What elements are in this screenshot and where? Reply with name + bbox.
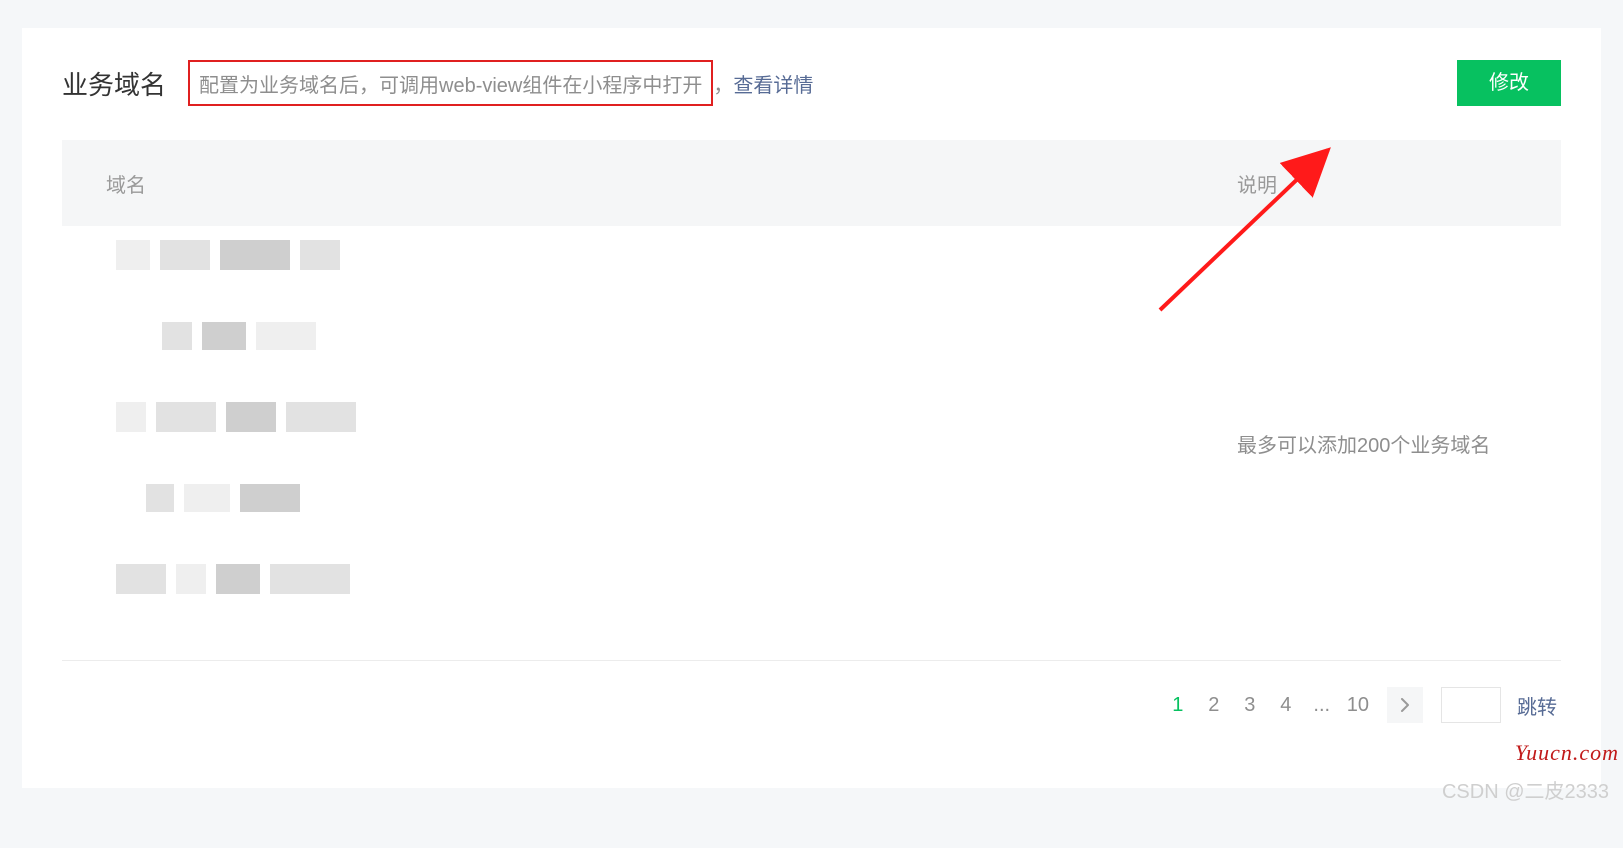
page-jump-input[interactable] xyxy=(1441,687,1501,723)
pagination: 1 2 3 4 ... 10 跳转 xyxy=(62,661,1561,723)
page-next-button[interactable] xyxy=(1387,687,1423,723)
page-ellipsis: ... xyxy=(1311,694,1333,717)
section-description-highlight: 配置为业务域名后，可调用web-view组件在小程序中打开 xyxy=(188,60,713,106)
page-number-4[interactable]: 4 xyxy=(1275,694,1297,717)
table-row xyxy=(116,402,1237,432)
page-number-10[interactable]: 10 xyxy=(1347,694,1369,717)
page-number-1[interactable]: 1 xyxy=(1167,694,1189,717)
domain-limit-note: 最多可以添加200个业务域名 xyxy=(1237,226,1561,660)
table-row xyxy=(116,240,1237,270)
table-row xyxy=(116,564,1237,594)
column-header-domain: 域名 xyxy=(106,169,1237,198)
watermark-csdn: CSDN @二皮2333 xyxy=(1442,775,1609,804)
modify-button[interactable]: 修改 xyxy=(1457,60,1561,106)
table-body: 最多可以添加200个业务域名 xyxy=(62,226,1561,661)
page-number-3[interactable]: 3 xyxy=(1239,694,1261,717)
domain-list xyxy=(62,226,1237,660)
chevron-right-icon xyxy=(1400,698,1410,712)
table-header: 域名 说明 xyxy=(62,140,1561,226)
column-header-description: 说明 xyxy=(1237,169,1517,198)
view-details-link[interactable]: ， 查看详情 xyxy=(713,69,813,98)
page-number-2[interactable]: 2 xyxy=(1203,694,1225,717)
business-domain-card: 业务域名 配置为业务域名后，可调用web-view组件在小程序中打开 ， 查看详… xyxy=(22,28,1601,788)
table-row xyxy=(162,322,1237,350)
view-details-text: 查看详情 xyxy=(733,69,813,98)
page-jump-button[interactable]: 跳转 xyxy=(1517,691,1557,720)
section-title: 业务域名 xyxy=(62,65,166,102)
watermark-yuucn: Yuucn.com xyxy=(1515,740,1619,766)
section-header: 业务域名 配置为业务域名后，可调用web-view组件在小程序中打开 ， 查看详… xyxy=(62,60,1561,106)
table-row xyxy=(146,484,1237,512)
